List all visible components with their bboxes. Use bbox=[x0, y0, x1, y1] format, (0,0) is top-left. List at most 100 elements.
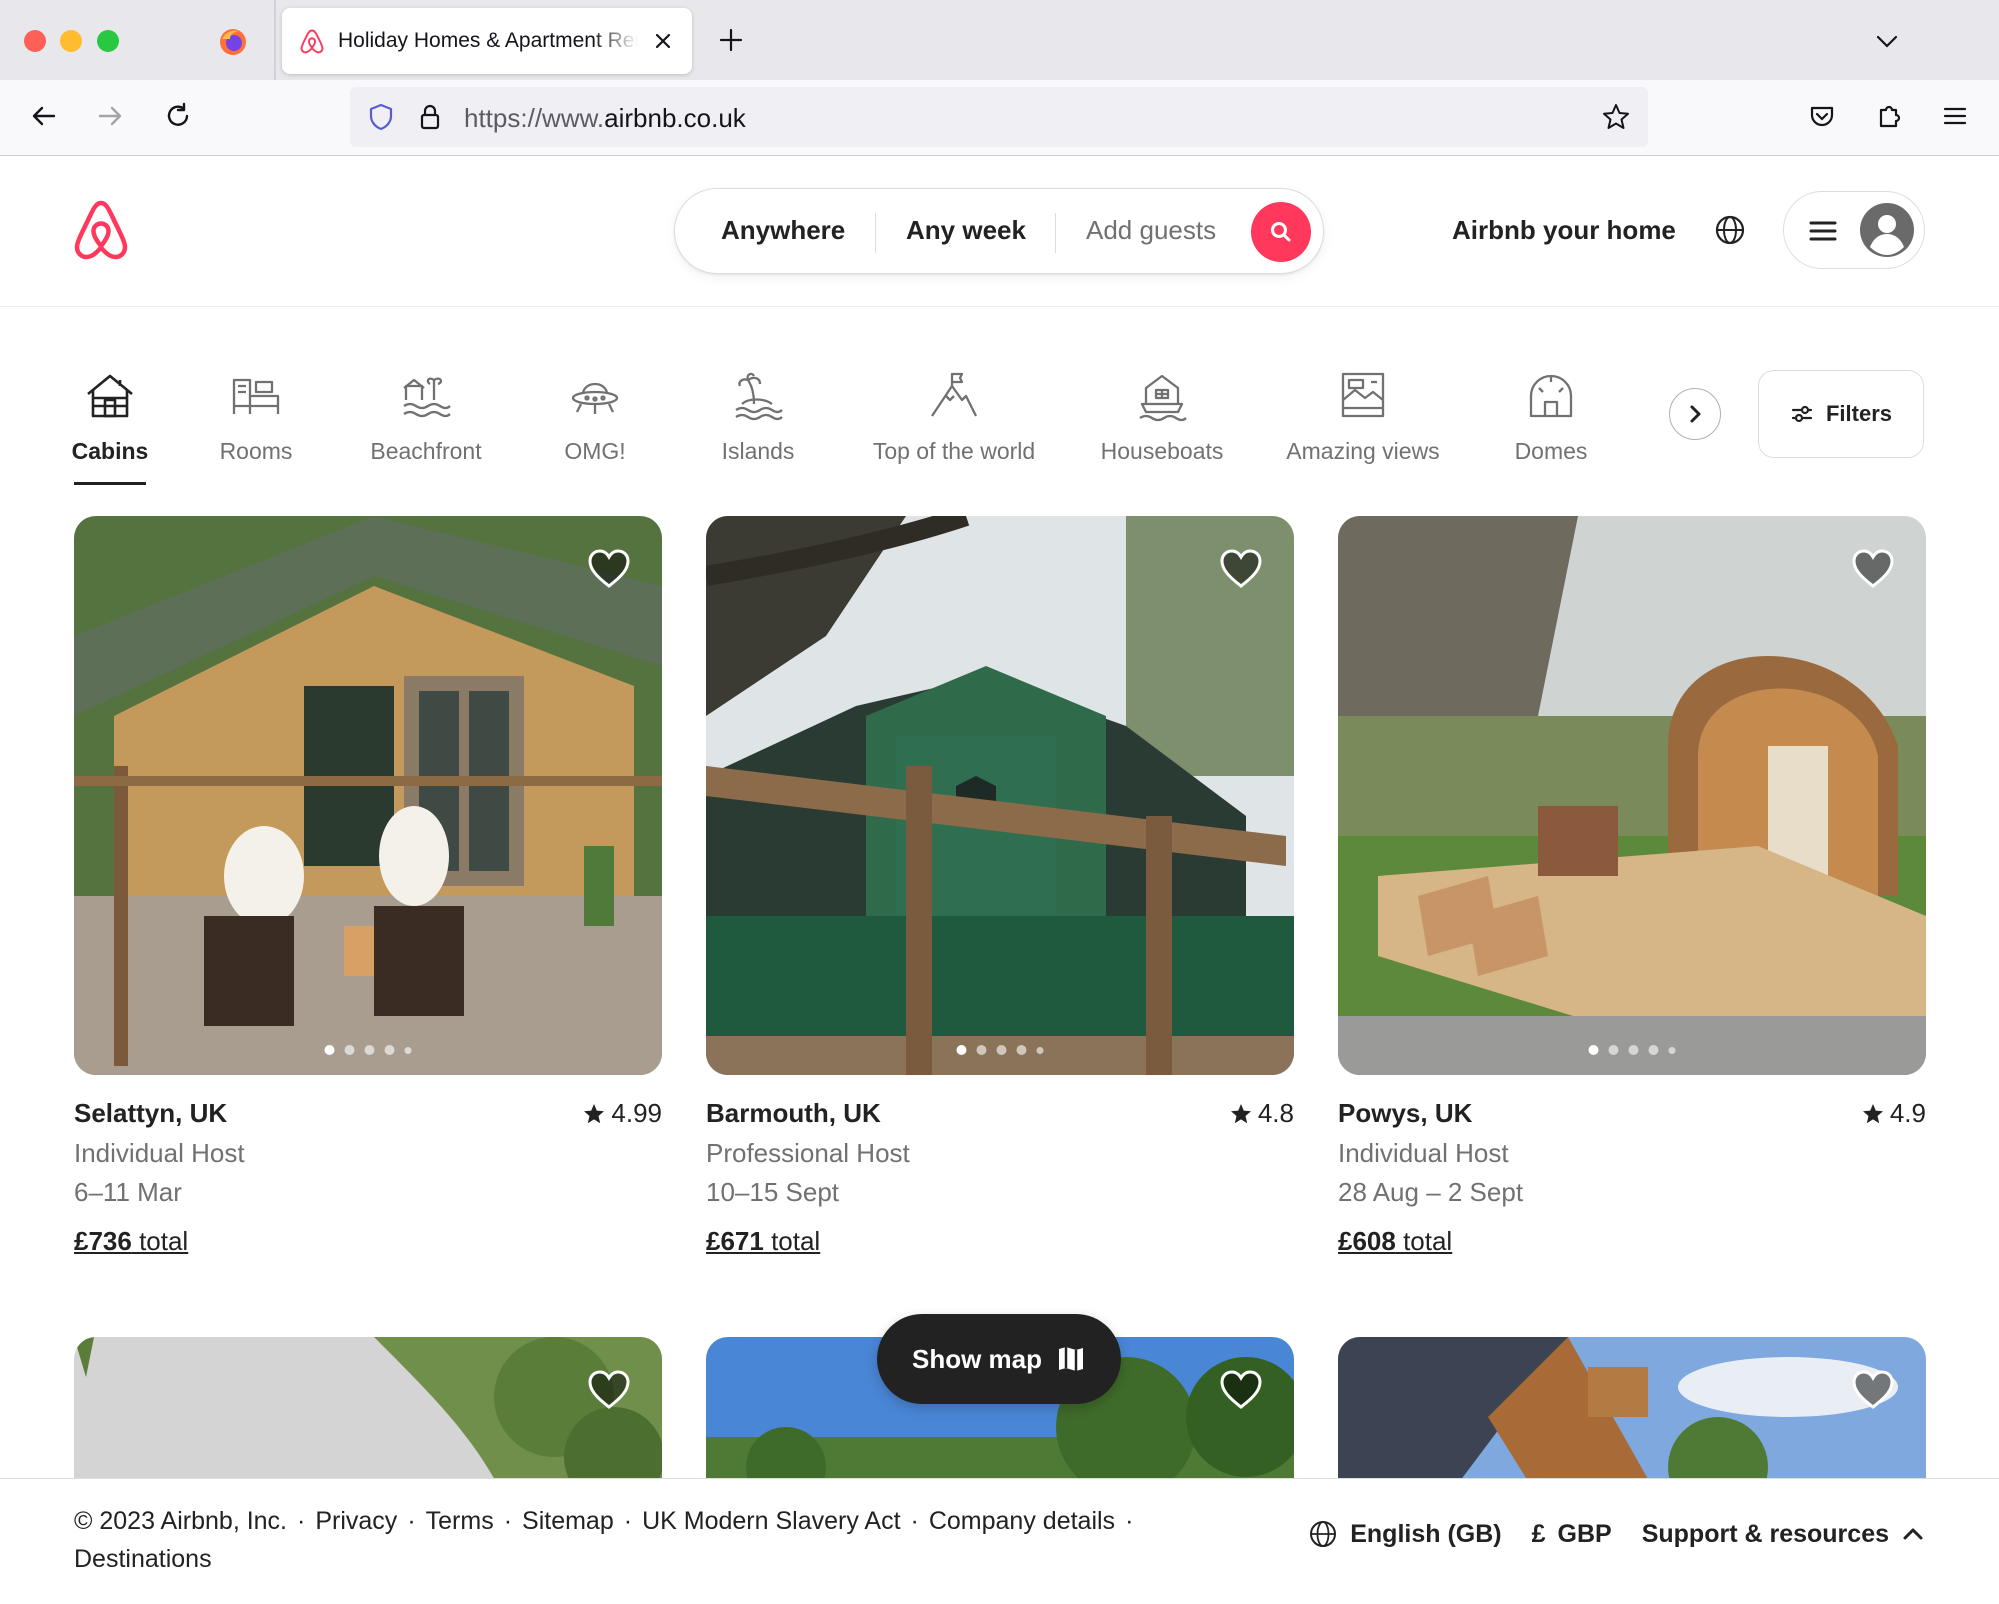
app-menu-button[interactable] bbox=[1935, 96, 1975, 136]
listing-image[interactable] bbox=[1338, 516, 1926, 1075]
window-minimize-button[interactable] bbox=[60, 30, 82, 52]
carousel-dot[interactable] bbox=[1036, 1046, 1044, 1054]
listing-price[interactable]: £608 total bbox=[1338, 1226, 1452, 1257]
listing-location: Barmouth, UK bbox=[706, 1098, 881, 1128]
listing-photo-partial bbox=[74, 1337, 662, 1478]
tracking-protection-shield-icon[interactable] bbox=[366, 102, 396, 132]
heart-icon[interactable] bbox=[1218, 1367, 1264, 1413]
search-submit-button[interactable] bbox=[1251, 202, 1311, 262]
categories-next-button[interactable] bbox=[1669, 388, 1721, 440]
user-menu-button[interactable] bbox=[1783, 191, 1925, 269]
carousel-dot[interactable] bbox=[384, 1045, 395, 1055]
category-top-of-the-world[interactable]: Top of the world bbox=[868, 360, 1040, 485]
browser-tab-active[interactable]: Holiday Homes & Apartment Rentals - Airb… bbox=[282, 8, 692, 74]
bookmark-star-icon[interactable] bbox=[1600, 101, 1632, 133]
forward-button[interactable] bbox=[90, 96, 130, 136]
price-amount: £608 bbox=[1338, 1226, 1396, 1256]
carousel-dot[interactable] bbox=[1628, 1045, 1639, 1055]
address-bar[interactable]: https://www.airbnb.co.uk bbox=[350, 87, 1648, 147]
category-label: OMG! bbox=[564, 438, 626, 464]
footer-link-privacy[interactable]: Privacy bbox=[315, 1507, 397, 1535]
carousel-dot[interactable] bbox=[1588, 1045, 1599, 1055]
show-map-button[interactable]: Show map bbox=[877, 1314, 1121, 1404]
footer-separator: · bbox=[503, 1507, 513, 1535]
globe-icon bbox=[1310, 1521, 1337, 1547]
heart-icon[interactable] bbox=[1850, 1367, 1896, 1413]
footer-link-destinations[interactable]: Destinations bbox=[74, 1545, 212, 1573]
carousel-dot[interactable] bbox=[976, 1045, 987, 1055]
url-text[interactable]: https://www.airbnb.co.uk bbox=[464, 103, 746, 134]
back-button[interactable] bbox=[24, 96, 64, 136]
heart-icon[interactable] bbox=[1850, 546, 1896, 592]
carousel-dot[interactable] bbox=[1668, 1046, 1676, 1054]
heart-icon[interactable] bbox=[586, 1367, 632, 1413]
search-where-button[interactable]: Anywhere bbox=[721, 215, 845, 246]
carousel-dot[interactable] bbox=[404, 1046, 412, 1054]
forward-arrow-icon bbox=[98, 106, 122, 126]
footer-link-sitemap[interactable]: Sitemap bbox=[522, 1507, 614, 1535]
list-all-tabs-chevron-down-icon[interactable] bbox=[1872, 26, 1902, 56]
airbnb-logo-icon[interactable] bbox=[72, 199, 130, 261]
window-zoom-button[interactable] bbox=[97, 30, 119, 52]
hamburger-menu-icon bbox=[1943, 107, 1967, 125]
currency-button[interactable]: £ GBP bbox=[1532, 1520, 1612, 1549]
footer-link-terms[interactable]: Terms bbox=[426, 1507, 494, 1535]
footer-separator: · bbox=[1125, 1507, 1134, 1535]
new-tab-icon[interactable] bbox=[715, 24, 747, 56]
search-when-button[interactable]: Any week bbox=[906, 215, 1026, 246]
airbnb-your-home-link[interactable]: Airbnb your home bbox=[1452, 215, 1676, 246]
houseboat-icon bbox=[1139, 374, 1187, 422]
listing-image[interactable] bbox=[74, 516, 662, 1075]
tab-close-icon[interactable] bbox=[648, 26, 678, 56]
heart-icon[interactable] bbox=[1218, 546, 1264, 592]
listing-rating: 4.8 bbox=[1230, 1098, 1294, 1129]
footer-link-modern-slavery[interactable]: UK Modern Slavery Act bbox=[642, 1507, 900, 1535]
support-resources-button[interactable]: Support & resources bbox=[1642, 1520, 1925, 1549]
listing-rating: 4.99 bbox=[583, 1098, 662, 1129]
avatar bbox=[1860, 203, 1914, 257]
carousel-dot[interactable] bbox=[1648, 1045, 1659, 1055]
search-bar[interactable]: Anywhere Any week Add guests bbox=[674, 188, 1324, 274]
globe-icon[interactable] bbox=[1712, 212, 1748, 248]
category-domes[interactable]: Domes bbox=[1512, 360, 1590, 485]
carousel-dot[interactable] bbox=[1608, 1045, 1619, 1055]
category-houseboats[interactable]: Houseboats bbox=[1098, 360, 1226, 485]
listing-host-type: Professional Host bbox=[706, 1138, 910, 1168]
reload-button[interactable] bbox=[158, 96, 198, 136]
listing-price[interactable]: £736 total bbox=[74, 1226, 188, 1257]
listing-host-type: Individual Host bbox=[1338, 1138, 1509, 1168]
tab-title: Holiday Homes & Apartment Rentals - Airb… bbox=[338, 29, 638, 52]
firefox-view-icon[interactable] bbox=[218, 27, 248, 57]
search-icon bbox=[1271, 222, 1291, 242]
lock-icon[interactable] bbox=[415, 102, 445, 132]
listing-price[interactable]: £671 total bbox=[706, 1226, 820, 1257]
footer-link-company-details[interactable]: Company details bbox=[929, 1507, 1115, 1535]
window-close-button[interactable] bbox=[24, 30, 46, 52]
footer-links: © 2023 Airbnb, Inc. · Privacy · Terms · Sitema… bbox=[74, 1502, 1264, 1578]
language-button[interactable]: English (GB) bbox=[1308, 1519, 1502, 1549]
carousel-dot[interactable] bbox=[1016, 1045, 1027, 1055]
category-islands[interactable]: Islands bbox=[720, 360, 796, 485]
rating-value: 4.99 bbox=[611, 1098, 662, 1128]
carousel-dot[interactable] bbox=[324, 1045, 335, 1055]
carousel-dot[interactable] bbox=[956, 1045, 967, 1055]
category-cabins[interactable]: Cabins bbox=[72, 360, 148, 485]
listing-image[interactable] bbox=[1338, 1337, 1926, 1478]
pocket-button[interactable] bbox=[1802, 96, 1842, 136]
listing-image[interactable] bbox=[74, 1337, 662, 1478]
listing-image[interactable] bbox=[706, 516, 1294, 1075]
carousel-dot[interactable] bbox=[344, 1045, 355, 1055]
category-beachfront[interactable]: Beachfront bbox=[366, 360, 486, 485]
listing-dates: 6–11 Mar bbox=[74, 1177, 182, 1207]
category-amazing-views[interactable]: Amazing views bbox=[1284, 360, 1442, 485]
category-omg[interactable]: OMG! bbox=[562, 360, 628, 485]
extensions-button[interactable] bbox=[1869, 96, 1909, 136]
filters-button[interactable]: Filters bbox=[1758, 370, 1924, 458]
island-icon bbox=[735, 372, 783, 421]
carousel-dot[interactable] bbox=[364, 1045, 375, 1055]
category-rooms[interactable]: Rooms bbox=[218, 360, 294, 485]
carousel-dot[interactable] bbox=[996, 1045, 1007, 1055]
image-carousel-dots bbox=[1588, 1045, 1676, 1055]
search-guests-button[interactable]: Add guests bbox=[1086, 215, 1216, 246]
heart-icon[interactable] bbox=[586, 546, 632, 592]
